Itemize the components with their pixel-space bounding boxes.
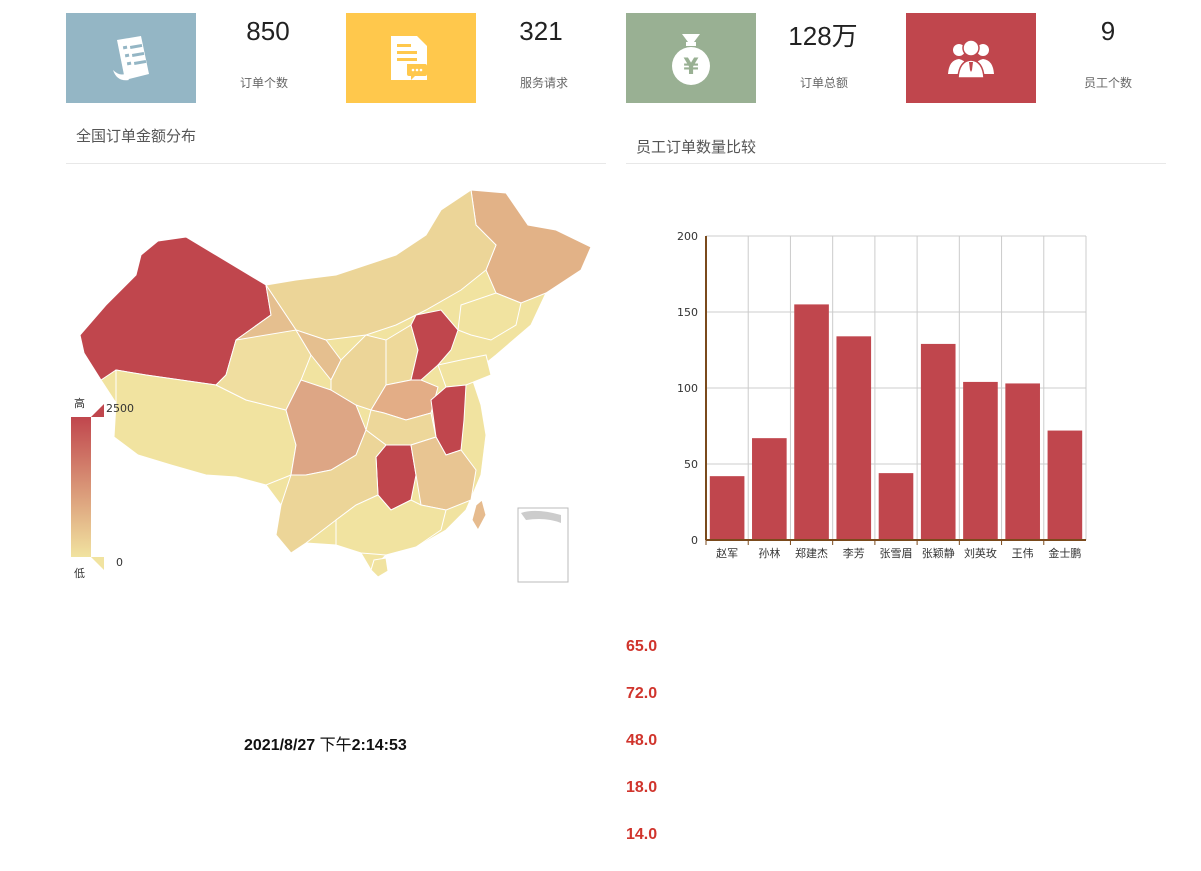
- employee-count: 9: [1100, 16, 1116, 46]
- chart-panel-divider: [626, 163, 1166, 164]
- legend-high-label: 高: [74, 397, 85, 410]
- employee-count-label: 员工个数: [1083, 76, 1132, 90]
- value-list-item: 14.0: [626, 826, 658, 843]
- datetime-date: 2021/8/27: [244, 737, 316, 754]
- orders-count: 850: [246, 16, 290, 46]
- datetime-ampm: 下午: [319, 737, 352, 754]
- chart-x-tick-label: 孙林: [758, 546, 780, 560]
- value-list-item: 18.0: [626, 779, 658, 796]
- chart-bar: [794, 304, 829, 540]
- chart-y-tick-label: 150: [677, 306, 698, 319]
- service-tile: [346, 13, 476, 103]
- chart-x-tick-label: 刘英玫: [964, 546, 997, 560]
- value-list-item: 72.0: [626, 685, 658, 702]
- value-list-item: 65.0: [626, 638, 658, 655]
- chart-x-tick-label: 李芳: [843, 546, 865, 560]
- chart-bar: [1047, 430, 1083, 540]
- legend-bottom-handle[interactable]: [91, 557, 104, 570]
- employee-orders-bar-chart: 0 50 100 150 200 赵军 孙林 郑建杰 李芳 张雪眉 张颖静 刘英玫 王伟 金士鹏: [677, 230, 1087, 560]
- svg-text:¥: ¥: [683, 55, 699, 80]
- chart-x-tick-label: 金士鹏: [1048, 546, 1081, 560]
- chart-bar: [752, 438, 787, 540]
- employee-tile: [906, 13, 1036, 103]
- legend-gradient-bar[interactable]: [71, 417, 91, 557]
- chart-bar: [963, 381, 998, 540]
- map-panel-divider: [66, 163, 606, 164]
- china-choropleth-map[interactable]: [66, 175, 606, 595]
- chart-bar: [709, 476, 745, 540]
- document-list-icon: [113, 36, 149, 81]
- chart-bar: [1005, 383, 1040, 540]
- service-count: 321: [519, 16, 563, 46]
- chart-y-tick-label: 100: [677, 382, 698, 395]
- chart-x-tick-label: 张雪眉: [880, 547, 913, 560]
- legend-min-value: 0: [116, 556, 123, 569]
- chart-x-tick-label: 张颖静: [922, 546, 955, 560]
- chart-y-tick-label: 200: [677, 230, 698, 243]
- money-bag-icon: ¥: [672, 34, 710, 85]
- chart-x-tick-label: 郑建杰: [795, 546, 828, 560]
- value-list: 65.0 72.0 48.0 18.0 14.0: [626, 636, 657, 871]
- chart-bar: [878, 473, 914, 540]
- map-panel-title: 全国订单金额分布: [76, 127, 197, 145]
- orders-count-label: 订单个数: [239, 76, 288, 90]
- chat-document-icon: [391, 36, 427, 80]
- amount-total: 128万: [788, 21, 858, 51]
- legend-top-handle[interactable]: [91, 404, 104, 417]
- map-region-hainan: [370, 557, 389, 578]
- chart-x-tick-label: 王伟: [1012, 547, 1034, 560]
- chart-y-tick-label: 50: [684, 458, 698, 471]
- chart-bar: [920, 343, 956, 540]
- amount-total-label: 订单总额: [799, 76, 848, 90]
- chart-y-tick-label: 0: [691, 534, 698, 547]
- amount-tile: ¥: [626, 13, 756, 103]
- value-list-item: 48.0: [626, 732, 658, 749]
- orders-tile: [66, 13, 196, 103]
- legend-low-label: 低: [74, 567, 85, 580]
- legend-max-value: 2500: [106, 402, 134, 415]
- chart-bar: [836, 336, 872, 540]
- people-group-icon: [948, 39, 994, 79]
- datetime-time: 2:14:53: [351, 737, 407, 754]
- current-datetime: 2021/8/27 下午2:14:53: [244, 731, 407, 755]
- service-count-label: 服务请求: [519, 76, 568, 90]
- chart-x-tick-label: 赵军: [716, 546, 738, 560]
- map-region-taiwan: [471, 499, 487, 532]
- chart-panel-title: 员工订单数量比较: [636, 138, 757, 156]
